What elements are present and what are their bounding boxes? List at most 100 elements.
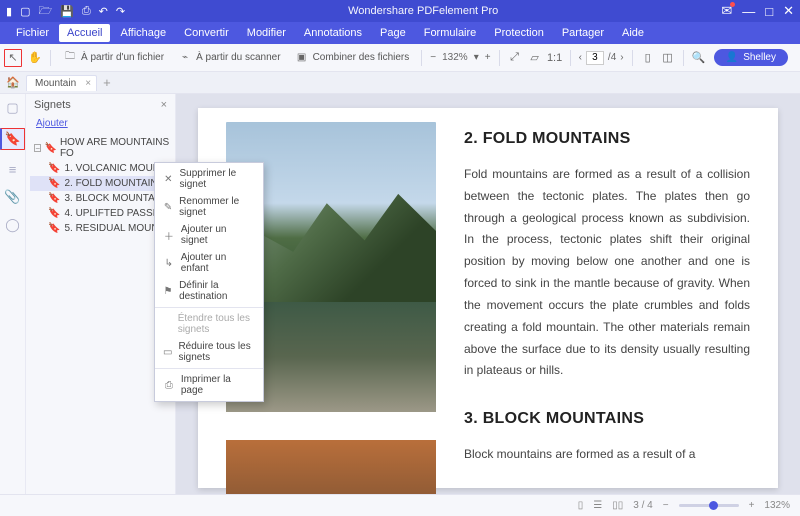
layout-cont-icon[interactable]: ☰ <box>593 500 602 511</box>
ctx-label: Ajouter un enfant <box>181 252 255 274</box>
pdf-page: 2. FOLD MOUNTAINS Fold mountains are for… <box>198 108 778 488</box>
ctx-add[interactable]: ＋ Ajouter un signet <box>155 221 263 249</box>
layout-single-icon[interactable]: ▯ <box>578 500 584 511</box>
doc-tab[interactable]: Mountain × <box>26 75 97 91</box>
layers-icon[interactable]: ◯ <box>5 217 20 233</box>
collapse-icon: ▭ <box>163 347 172 358</box>
status-zoom-out-icon[interactable]: − <box>663 500 669 511</box>
open-icon[interactable]: 🗁 <box>38 2 52 21</box>
next-page-icon[interactable]: › <box>620 52 623 63</box>
thumbnails-icon[interactable]: ▢ <box>6 100 18 116</box>
new-tab-icon[interactable]: + <box>103 75 111 90</box>
page-total: /4 <box>608 52 616 63</box>
zoom-dd-icon[interactable]: ▾ <box>474 52 479 63</box>
ctx-set-dest[interactable]: ⚑Définir la destination <box>155 277 263 305</box>
menu-modifier[interactable]: Modifier <box>239 24 294 42</box>
fit-width-icon[interactable]: ⤢ <box>508 51 522 65</box>
page-nav: ‹ /4 › <box>579 51 624 65</box>
ctx-label: Ajouter un signet <box>181 224 255 246</box>
user-chip[interactable]: 👤Shelley <box>714 49 788 66</box>
ctx-collapse-all[interactable]: ▭ Réduire tous les signets <box>155 338 263 366</box>
menu-accueil[interactable]: Accueil <box>59 24 110 42</box>
page-input[interactable] <box>586 51 604 65</box>
status-zoom-in-icon[interactable]: + <box>749 500 755 511</box>
left-rail: ▢ 🔖 ≡ 📎 ◯ <box>0 94 26 494</box>
mail-icon[interactable]: ✉ <box>721 3 732 19</box>
menu-aide[interactable]: Aide <box>614 24 652 42</box>
menu-affichage[interactable]: Affichage <box>112 24 174 42</box>
ctx-separator <box>155 307 263 308</box>
ctx-label: Renommer le signet <box>179 196 255 218</box>
article-image-2 <box>226 440 436 494</box>
menubar: Fichier Accueil Affichage Convertir Modi… <box>0 22 800 44</box>
plus-icon: ＋ <box>163 228 175 243</box>
heading-fold: 2. FOLD MOUNTAINS <box>464 130 750 148</box>
comments-icon[interactable]: ≡ <box>9 162 17 177</box>
ctx-delete[interactable]: ✕Supprimer le signet <box>155 165 263 193</box>
print-icon[interactable]: ⎙ <box>82 5 91 18</box>
menu-protection[interactable]: Protection <box>486 24 552 42</box>
cursor-icon[interactable]: ↖ <box>6 51 20 65</box>
bookmarks-icon[interactable]: 🔖 <box>0 128 25 150</box>
ctx-expand-all: Étendre tous les signets <box>155 310 263 338</box>
maximize-icon[interactable]: □ <box>765 4 773 19</box>
context-menu: ✕Supprimer le signet ✎Renommer le signet… <box>154 162 264 402</box>
print-icon: ⎙ <box>163 380 175 391</box>
menu-formulaire[interactable]: Formulaire <box>416 24 485 42</box>
user-name: Shelley <box>743 52 776 63</box>
heading-block: 3. BLOCK MOUNTAINS <box>464 410 750 428</box>
combine-button[interactable]: ▣Combiner des fichiers <box>291 49 414 67</box>
add-bookmark-link[interactable]: Ajouter <box>26 116 175 135</box>
search-icon[interactable]: 🔍 <box>692 51 706 65</box>
item-label: 2. FOLD MOUNTAINS <box>64 178 164 189</box>
child-icon: ↳ <box>163 258 175 269</box>
redo-icon[interactable]: ↷ <box>116 5 125 18</box>
document-viewport[interactable]: 2. FOLD MOUNTAINS Fold mountains are for… <box>176 94 800 494</box>
root-label: HOW ARE MOUNTAINS FO <box>60 137 175 159</box>
view-mode1-icon[interactable]: ▯ <box>641 51 655 65</box>
tree-root[interactable]: −🔖HOW ARE MOUNTAINS FO <box>30 135 175 161</box>
layout-facing-icon[interactable]: ▯▯ <box>612 500 623 511</box>
actual-size-icon[interactable]: 1:1 <box>548 51 562 65</box>
save-icon[interactable]: 💾 <box>60 5 74 18</box>
main-area: ▢ 🔖 ≡ 📎 ◯ Signets × Ajouter −🔖HOW ARE MO… <box>0 94 800 494</box>
from-file-button[interactable]: 🗀À partir d'un fichier <box>59 49 168 67</box>
separator <box>683 50 684 66</box>
combine-label: Combiner des fichiers <box>313 52 410 63</box>
zoom-controls: − 132% ▾ + <box>430 52 490 63</box>
titlebar: ▮ ▢ 🗁 💾 ⎙ ↶ ↷ Wondershare PDFelement Pro… <box>0 0 800 22</box>
menu-partager[interactable]: Partager <box>554 24 612 42</box>
ctx-print[interactable]: ⎙Imprimer la page <box>155 371 263 399</box>
menu-page[interactable]: Page <box>372 24 414 42</box>
new-icon[interactable]: ▢ <box>20 5 30 18</box>
ctx-rename[interactable]: ✎Renommer le signet <box>155 193 263 221</box>
menu-annotations[interactable]: Annotations <box>296 24 370 42</box>
close-icon[interactable]: ✕ <box>783 3 794 19</box>
view-mode2-icon[interactable]: ◫ <box>661 51 675 65</box>
separator <box>632 50 633 66</box>
zoom-in-icon[interactable]: + <box>485 52 491 63</box>
minimize-icon[interactable]: — <box>742 4 755 19</box>
prev-page-icon[interactable]: ‹ <box>579 52 582 63</box>
ctx-add-child[interactable]: ↳ Ajouter un enfant <box>155 249 263 277</box>
status-zoom: 132% <box>764 500 790 511</box>
attachments-icon[interactable]: 📎 <box>4 189 20 205</box>
home-icon[interactable]: 🏠 <box>6 76 20 89</box>
fit-page-icon[interactable]: ▱ <box>528 51 542 65</box>
panel-title: Signets <box>34 99 71 111</box>
menu-fichier[interactable]: Fichier <box>8 24 57 42</box>
paragraph-block: Block mountains are formed as a result o… <box>464 444 750 466</box>
zoom-slider[interactable] <box>679 504 739 507</box>
menu-convertir[interactable]: Convertir <box>176 24 237 42</box>
from-scanner-button[interactable]: ⌁À partir du scanner <box>174 49 285 67</box>
from-scanner-label: À partir du scanner <box>196 52 281 63</box>
from-file-label: À partir d'un fichier <box>81 52 164 63</box>
panel-close-icon[interactable]: × <box>161 99 167 111</box>
hand-icon[interactable]: ✋ <box>28 51 42 65</box>
zoom-out-icon[interactable]: − <box>430 52 436 63</box>
ctx-label: Réduire tous les signets <box>178 341 255 363</box>
separator <box>421 50 422 66</box>
undo-icon[interactable]: ↶ <box>99 5 108 18</box>
collapse-icon[interactable]: − <box>34 144 41 152</box>
close-tab-icon[interactable]: × <box>85 78 91 89</box>
